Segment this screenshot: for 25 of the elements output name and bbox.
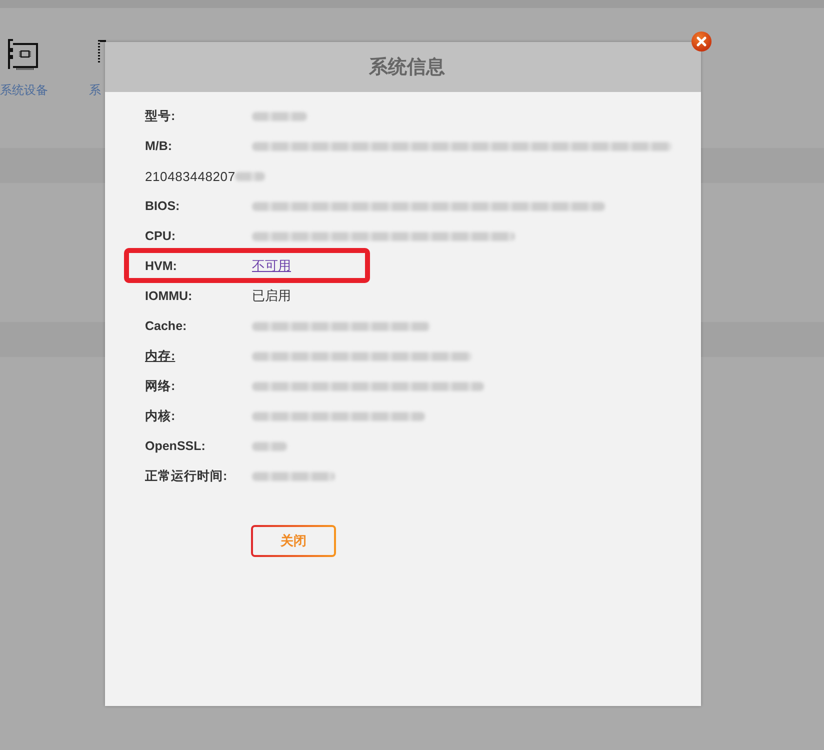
- field-label: Cache:: [145, 319, 188, 333]
- field-label: 内核:: [145, 408, 176, 424]
- close-icon[interactable]: [691, 31, 712, 52]
- field-label: 网络:: [145, 378, 176, 394]
- tool-label[interactable]: 系: [89, 83, 101, 97]
- field-label: IOMMU:: [145, 289, 194, 303]
- redacted-value: [252, 442, 287, 450]
- field-label: 内存:: [145, 348, 176, 364]
- tool-label[interactable]: 系统设备: [0, 83, 48, 97]
- device-icon[interactable]: [98, 40, 106, 64]
- field-label: OpenSSL:: [145, 439, 206, 453]
- field-label: CPU:: [145, 229, 177, 243]
- redacted-value: [252, 112, 307, 120]
- field-label: 正常运行时间:: [145, 468, 228, 484]
- close-button[interactable]: 关闭: [251, 525, 336, 557]
- field-label: BIOS:: [145, 199, 181, 213]
- dialog-title: 系统信息: [369, 56, 445, 80]
- redacted-value: [235, 172, 266, 180]
- field-label: M/B:: [145, 139, 174, 153]
- field-label: HVM:: [145, 259, 178, 273]
- field-value: 已启用: [252, 287, 291, 305]
- status-link[interactable]: 不可用: [252, 257, 291, 275]
- field-label: 型号:: [145, 108, 176, 124]
- expansion-card-icon[interactable]: [7, 38, 39, 70]
- field-value: 210483448207: [145, 168, 236, 184]
